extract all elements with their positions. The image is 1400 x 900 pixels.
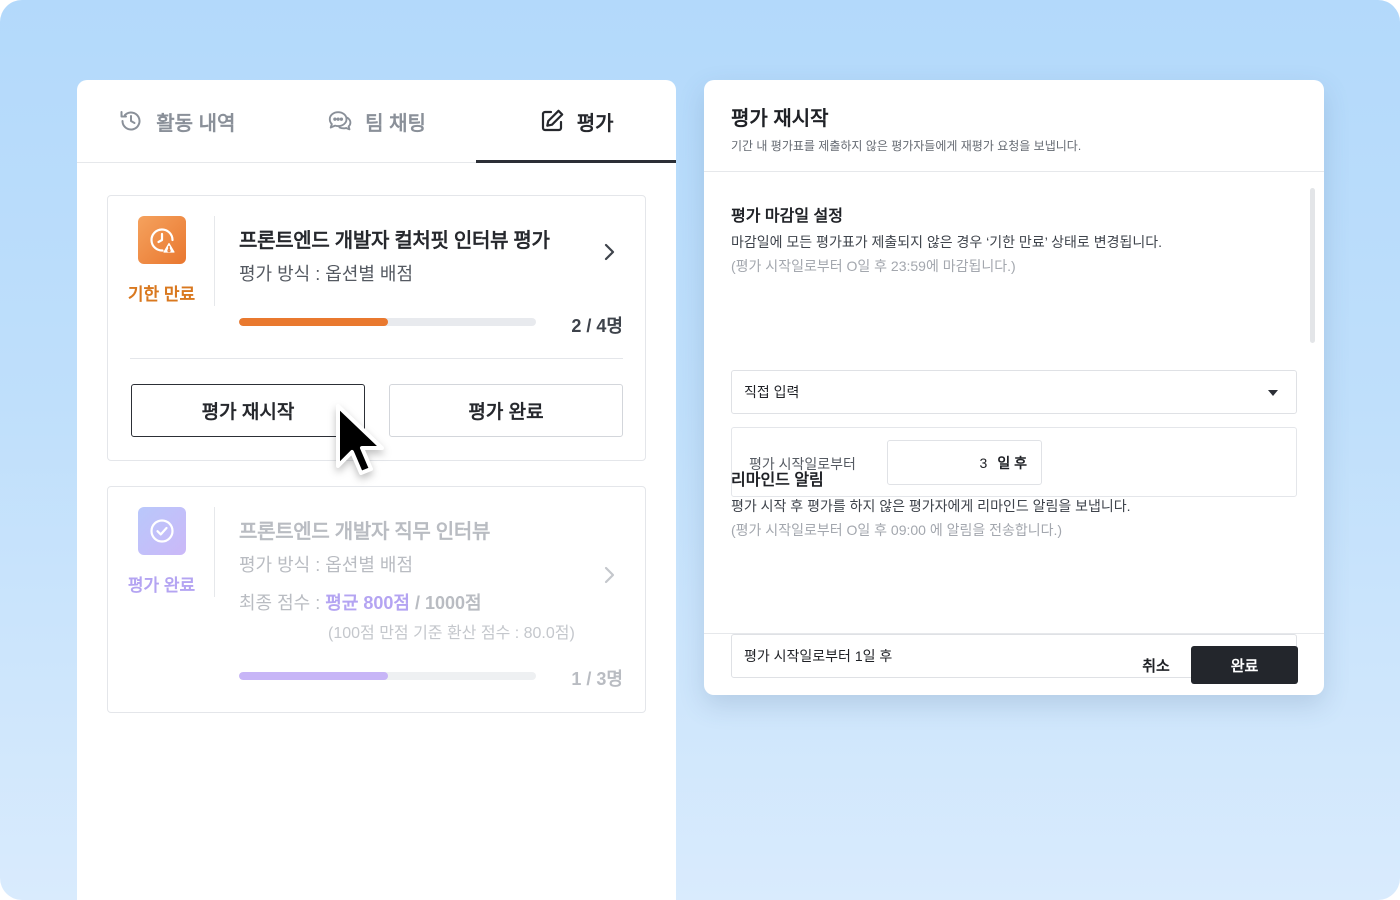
tab-evaluation[interactable]: 평가 bbox=[476, 80, 676, 163]
status-label: 평가 완료 bbox=[127, 576, 196, 595]
restart-evaluation-dialog: 평가 재시작 기간 내 평가표를 제출하지 않은 평가자들에게 재평가 요청을 … bbox=[704, 80, 1324, 695]
status-label: 기한 만료 bbox=[127, 285, 196, 304]
card-title: 프론트엔드 개발자 직무 인터뷰 bbox=[239, 521, 491, 543]
card-divider bbox=[130, 358, 623, 359]
deadline-section-title: 평가 마감일 설정 bbox=[731, 208, 843, 225]
clock-warning-icon bbox=[137, 216, 186, 264]
cancel-button[interactable]: 취소 bbox=[1128, 646, 1184, 684]
chat-icon bbox=[327, 108, 353, 134]
progress-fill bbox=[239, 672, 388, 680]
card-method: 평가 방식 : 옵션별 배점 bbox=[239, 264, 414, 284]
reminder-note: (평가 시작일로부터 O일 후 09:00 에 알림을 전송합니다.) bbox=[731, 522, 1063, 538]
chevron-right-icon[interactable] bbox=[601, 565, 617, 585]
chevron-right-icon[interactable] bbox=[601, 242, 617, 262]
evaluation-card-completed: 평가 완료 프론트엔드 개발자 직무 인터뷰 평가 방식 : 옵션별 배점 최종… bbox=[107, 486, 646, 713]
complete-evaluation-button[interactable]: 평가 완료 bbox=[389, 384, 623, 437]
tab-activity-history[interactable]: 활동 내역 bbox=[77, 80, 277, 162]
dialog-subtitle: 기간 내 평가표를 제출하지 않은 평가자들에게 재평가 요청을 보냅니다. bbox=[731, 139, 1082, 153]
evaluation-panel: 활동 내역 팀 채팅 평가 기한 만료 프론트엔드 개발자 컬처핏 인터뷰 평가… bbox=[77, 80, 676, 900]
select-value: 직접 입력 bbox=[744, 384, 800, 400]
dialog-title: 평가 재시작 bbox=[731, 108, 829, 130]
progress-bar bbox=[239, 318, 536, 326]
edit-icon bbox=[539, 108, 565, 134]
dialog-header: 평가 재시작 기간 내 평가표를 제출하지 않은 평가자들에게 재평가 요청을 … bbox=[704, 80, 1324, 172]
progress-fill bbox=[239, 318, 388, 326]
progress-count: 1 / 3명 bbox=[571, 669, 623, 689]
scrollbar[interactable] bbox=[1310, 188, 1315, 343]
caret-down-icon bbox=[1268, 390, 1278, 396]
tab-bar: 활동 내역 팀 채팅 평가 bbox=[77, 80, 676, 163]
progress-bar bbox=[239, 672, 536, 680]
score-total: / 1000점 bbox=[415, 593, 482, 613]
tab-label: 활동 내역 bbox=[156, 112, 236, 135]
score-average: 평균 800점 bbox=[325, 593, 410, 613]
card-method: 평가 방식 : 옵션별 배점 bbox=[239, 555, 414, 575]
score-note: (100점 만점 기준 환산 점수 : 80.0점) bbox=[328, 625, 575, 642]
deadline-select[interactable]: 직접 입력 bbox=[731, 370, 1297, 414]
done-button[interactable]: 완료 bbox=[1191, 646, 1298, 684]
days-input[interactable]: 3 일 후 bbox=[887, 440, 1042, 485]
deadline-note: (평가 시작일로부터 O일 후 23:59에 마감됩니다.) bbox=[731, 258, 1016, 274]
history-icon bbox=[118, 108, 144, 134]
reminder-description: 평가 시작 후 평가를 하지 않은 평가자에게 리마인드 알림을 보냅니다. bbox=[731, 498, 1131, 514]
progress-count: 2 / 4명 bbox=[571, 316, 623, 336]
score-label: 최종 점수 : bbox=[239, 593, 321, 613]
tab-label: 팀 채팅 bbox=[365, 112, 426, 135]
mouse-cursor-icon bbox=[336, 404, 384, 475]
tab-label: 평가 bbox=[576, 112, 614, 135]
tab-team-chat[interactable]: 팀 채팅 bbox=[277, 80, 477, 162]
background-frame: 활동 내역 팀 채팅 평가 기한 만료 프론트엔드 개발자 컬처핏 인터뷰 평가… bbox=[0, 0, 1400, 900]
reminder-section-title: 리마인드 알림 bbox=[731, 472, 824, 489]
dialog-body: 평가 마감일 설정 마감일에 모든 평가표가 제출되지 않은 경우 ‘기한 만료… bbox=[704, 172, 1324, 678]
status-column: 기한 만료 bbox=[108, 216, 215, 306]
status-column: 평가 완료 bbox=[108, 507, 215, 597]
restart-evaluation-button[interactable]: 평가 재시작 bbox=[131, 384, 365, 437]
dialog-footer: 취소 완료 bbox=[704, 633, 1324, 695]
days-unit: 일 후 bbox=[997, 454, 1027, 471]
deadline-description: 마감일에 모든 평가표가 제출되지 않은 경우 ‘기한 만료’ 상태로 변경됩니… bbox=[731, 234, 1162, 250]
days-value: 3 bbox=[979, 454, 988, 471]
check-circle-icon bbox=[137, 507, 186, 555]
card-title: 프론트엔드 개발자 컬처핏 인터뷰 평가 bbox=[239, 230, 550, 252]
final-score: 최종 점수 : 평균 800점 / 1000점 bbox=[239, 589, 482, 615]
